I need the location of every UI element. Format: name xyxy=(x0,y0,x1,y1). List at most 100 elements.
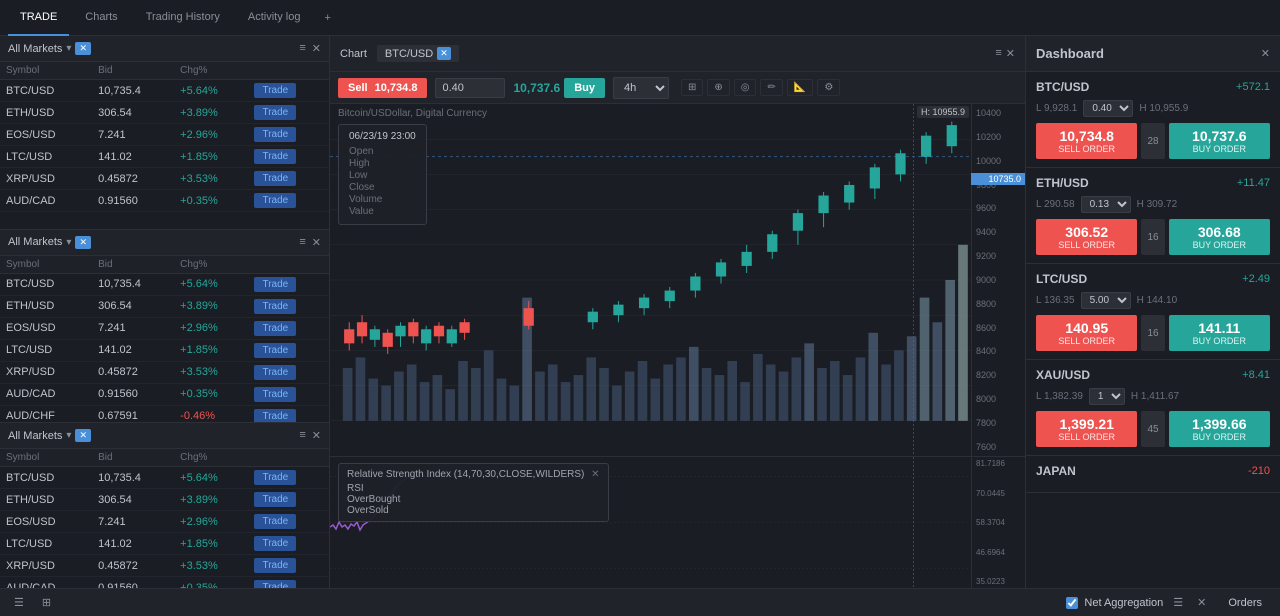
draw-btn[interactable]: ✏ xyxy=(760,79,782,96)
cell-symbol: LTC/USD xyxy=(0,146,92,168)
oversold-label: OverSold xyxy=(347,505,600,516)
chart-type-btn[interactable]: ⊞ xyxy=(681,79,703,96)
timeframe-select[interactable]: 4h 1h 1d 15m xyxy=(613,77,669,99)
trade-button[interactable]: Trade xyxy=(254,492,296,507)
table-row: LTC/USD 141.02 +1.85% Trade xyxy=(0,533,329,555)
xauusd-qty-select[interactable]: 1 xyxy=(1089,388,1125,405)
panel-header-3: All Markets ▾ ✕ ≡ ✕ xyxy=(0,423,329,449)
ethusd-qty-select[interactable]: 0.13 xyxy=(1081,196,1131,213)
panel-title-2: All Markets ▾ ✕ xyxy=(8,236,293,249)
sell-button[interactable]: Sell 10,734.8 xyxy=(338,78,427,98)
cell-bid: 10,735.4 xyxy=(92,80,174,102)
indicator-btn[interactable]: ◎ xyxy=(734,79,757,96)
chart-subtitle: Bitcoin/USDollar, Digital Currency xyxy=(338,108,487,119)
xauusd-buy-button[interactable]: 1,399.66 BUY ORDER xyxy=(1169,411,1270,447)
panel-close-icon-2[interactable]: ✕ xyxy=(312,236,321,249)
net-aggregation-close[interactable]: ✕ xyxy=(1193,594,1210,611)
xauusd-sell-button[interactable]: 1,399.21 SELL ORDER xyxy=(1036,411,1137,447)
buy-button[interactable]: Buy xyxy=(564,78,605,98)
tab-charts[interactable]: Charts xyxy=(73,0,129,36)
layout-icon-2[interactable]: ⊞ xyxy=(38,594,55,611)
instrument-header-japan: JAPAN -210 xyxy=(1036,464,1270,478)
orders-button[interactable]: Orders xyxy=(1220,595,1270,611)
cell-chg: +3.89% xyxy=(174,295,248,317)
cell-chg: +5.64% xyxy=(174,467,248,489)
buy-price-display: 10,737.6 Buy xyxy=(513,78,605,98)
trade-button[interactable]: Trade xyxy=(254,514,296,529)
layout-icon-1[interactable]: ☰ xyxy=(10,594,28,611)
panel-menu-icon[interactable]: ≡ xyxy=(299,42,305,55)
cell-symbol: EOS/USD xyxy=(0,124,92,146)
trade-button[interactable]: Trade xyxy=(254,299,296,314)
btcusd-buy-button[interactable]: 10,737.6 BUY ORDER xyxy=(1169,123,1270,159)
table-row: EOS/USD 7.241 +2.96% Trade xyxy=(0,124,329,146)
dashboard-close-icon[interactable]: ✕ xyxy=(1261,47,1270,60)
cell-bid: 306.54 xyxy=(92,489,174,511)
h-label: H: 10955.9 xyxy=(917,106,969,118)
cell-bid: 0.45872 xyxy=(92,168,174,190)
trade-button[interactable]: Trade xyxy=(254,171,296,186)
panel-title-1: All Markets ▾ ✕ xyxy=(8,42,293,55)
table-row: LTC/USD 141.02 +1.85% Trade xyxy=(0,339,329,361)
measure-btn[interactable]: 📐 xyxy=(787,79,813,96)
net-aggregation-checkbox[interactable] xyxy=(1066,597,1078,609)
chevron-down-icon: ▾ xyxy=(66,43,71,54)
close-icon[interactable]: ✕ xyxy=(1006,47,1015,60)
col-chg: Chg% xyxy=(174,62,248,80)
trade-button[interactable]: Trade xyxy=(254,321,296,336)
trade-button[interactable]: Trade xyxy=(254,536,296,551)
ethusd-buy-button[interactable]: 306.68 BUY ORDER xyxy=(1169,219,1270,255)
cell-action: Trade xyxy=(248,533,329,555)
add-tab-button[interactable]: + xyxy=(316,8,338,28)
cell-action: Trade xyxy=(248,102,329,124)
cell-bid: 141.02 xyxy=(92,533,174,555)
settings-btn[interactable]: ⚙ xyxy=(817,79,840,96)
trade-button[interactable]: Trade xyxy=(254,105,296,120)
cell-action: Trade xyxy=(248,295,329,317)
trade-button[interactable]: Trade xyxy=(254,409,296,423)
panel-close-icon-3[interactable]: ✕ xyxy=(312,429,321,442)
trade-button[interactable]: Trade xyxy=(254,127,296,142)
ltcusd-buy-button[interactable]: 141.11 BUY ORDER xyxy=(1169,315,1270,351)
btcusd-sell-button[interactable]: 10,734.8 SELL ORDER xyxy=(1036,123,1137,159)
tooltip-volume: Volume xyxy=(349,194,416,205)
ethusd-sell-button[interactable]: 306.52 SELL ORDER xyxy=(1036,219,1137,255)
instrument-card-ethusd: ETH/USD +11.47 L 290.58 0.13 H 309.72 30… xyxy=(1026,168,1280,264)
order-bar: Sell 10,734.8 10,737.6 Buy 4h 1h 1d 15m … xyxy=(330,72,1025,104)
tab-trade[interactable]: TRADE xyxy=(8,0,69,36)
cell-action: Trade xyxy=(248,317,329,339)
ltcusd-qty-select[interactable]: 5.00 xyxy=(1081,292,1131,309)
trade-button[interactable]: Trade xyxy=(254,193,296,208)
panel-menu-icon-2[interactable]: ≡ xyxy=(299,236,305,249)
trade-button[interactable]: Trade xyxy=(254,343,296,358)
chart-tool-controls: ⊞ ⊕ ◎ ✏ 📐 ⚙ xyxy=(681,79,840,96)
ltcusd-sell-button[interactable]: 140.95 SELL ORDER xyxy=(1036,315,1137,351)
panel-menu-icon-3[interactable]: ≡ xyxy=(299,429,305,442)
cell-action: Trade xyxy=(248,124,329,146)
cell-bid: 7.241 xyxy=(92,124,174,146)
quantity-input[interactable] xyxy=(435,78,505,98)
tab-activity-log[interactable]: Activity log xyxy=(236,0,313,36)
cell-action: Trade xyxy=(248,168,329,190)
btcusd-qty-badge: 28 xyxy=(1141,123,1164,159)
panel-close-icon[interactable]: ✕ xyxy=(312,42,321,55)
crosshair-btn[interactable]: ⊕ xyxy=(707,79,729,96)
trade-button[interactable]: Trade xyxy=(254,83,296,98)
trade-button[interactable]: Trade xyxy=(254,558,296,573)
cell-bid: 0.45872 xyxy=(92,555,174,577)
trade-button[interactable]: Trade xyxy=(254,365,296,380)
ltcusd-qty-badge: 16 xyxy=(1141,315,1164,351)
instrument-header-ethusd: ETH/USD +11.47 xyxy=(1036,176,1270,190)
menu-icon[interactable]: ≡ xyxy=(995,47,1001,60)
trade-button[interactable]: Trade xyxy=(254,277,296,292)
trade-button[interactable]: Trade xyxy=(254,149,296,164)
cell-action: Trade xyxy=(248,489,329,511)
net-aggregation-settings[interactable]: ☰ xyxy=(1169,594,1187,611)
trade-button[interactable]: Trade xyxy=(254,470,296,485)
btcusd-qty-select[interactable]: 0.40 xyxy=(1083,100,1133,117)
chart-symbol[interactable]: BTC/USD ✕ xyxy=(377,45,459,62)
panel-title-3: All Markets ▾ ✕ xyxy=(8,429,293,442)
tab-trading-history[interactable]: Trading History xyxy=(134,0,232,36)
trade-button[interactable]: Trade xyxy=(254,387,296,402)
rsi-close-icon[interactable]: ✕ xyxy=(591,469,599,480)
